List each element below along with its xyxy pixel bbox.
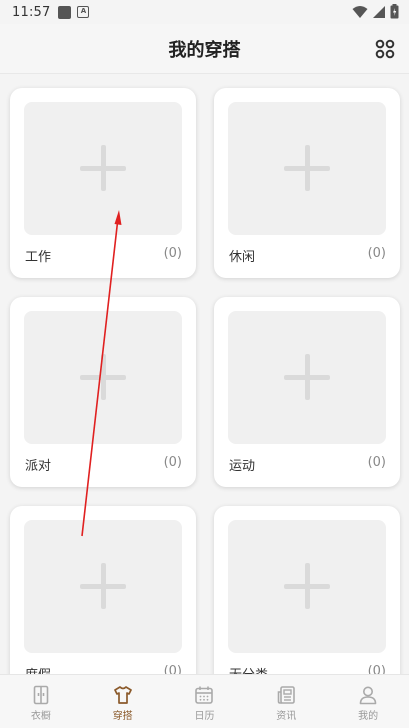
nav-item-profile[interactable]: 我的 <box>327 675 409 728</box>
category-card-party[interactable]: 派对 (0) <box>10 297 196 487</box>
card-thumbnail[interactable] <box>24 520 182 653</box>
status-icons <box>352 4 399 19</box>
category-card-sports[interactable]: 运动 (0) <box>214 297 400 487</box>
nav-label: 资讯 <box>276 711 297 722</box>
app-notification-icon: A <box>77 6 90 18</box>
layout-toggle-icon[interactable] <box>375 39 395 59</box>
card-thumbnail[interactable] <box>228 520 386 653</box>
calendar-icon <box>195 686 214 704</box>
card-label: 运动 <box>229 459 256 474</box>
nav-label: 我的 <box>358 711 379 722</box>
card-label: 无分类 <box>229 664 268 674</box>
app-header: 我的穿搭 <box>0 24 409 74</box>
nav-label: 日历 <box>194 711 215 722</box>
card-label: 派对 <box>25 459 52 474</box>
nav-item-calendar[interactable]: 日历 <box>164 675 246 728</box>
outfit-category-grid: 工作 (0) 休闲 (0) 派对 (0) 运动 (0) 度假 (0) <box>0 74 409 674</box>
nav-item-outfits[interactable]: 穿搭 <box>82 675 164 728</box>
nav-item-wardrobe[interactable]: 衣橱 <box>0 675 82 728</box>
wardrobe-icon <box>33 685 49 705</box>
category-card-work[interactable]: 工作 (0) <box>10 88 196 278</box>
nav-label: 衣橱 <box>30 711 51 722</box>
card-label: 工作 <box>25 250 52 265</box>
card-count: (0) <box>163 455 182 470</box>
card-count: (0) <box>367 455 386 470</box>
battery-icon <box>390 4 399 19</box>
nav-label: 穿搭 <box>112 711 133 722</box>
status-time: 11:57 <box>12 4 51 20</box>
tshirt-icon <box>113 686 132 704</box>
category-card-vacation[interactable]: 度假 (0) <box>10 506 196 674</box>
page-title: 我的穿搭 <box>168 39 241 61</box>
signal-icon <box>373 5 385 18</box>
category-card-casual[interactable]: 休闲 (0) <box>214 88 400 278</box>
card-thumbnail[interactable] <box>228 102 386 235</box>
wifi-icon <box>352 5 368 18</box>
card-count: (0) <box>367 664 386 674</box>
card-thumbnail[interactable] <box>24 311 182 444</box>
news-icon <box>277 686 296 704</box>
card-count: (0) <box>163 664 182 674</box>
card-label: 休闲 <box>229 250 256 265</box>
nav-item-news[interactable]: 资讯 <box>245 675 327 728</box>
notification-icon <box>58 5 72 19</box>
status-bar: 11:57 A <box>0 0 409 24</box>
card-label: 度假 <box>25 664 51 674</box>
user-icon <box>359 686 377 705</box>
card-thumbnail[interactable] <box>24 102 182 235</box>
category-card-uncategorized[interactable]: 无分类 (0) <box>214 506 400 674</box>
card-thumbnail[interactable] <box>228 311 386 444</box>
bottom-navigation: 衣橱 穿搭 日历 资讯 我的 <box>0 674 409 728</box>
card-count: (0) <box>163 246 182 261</box>
card-count: (0) <box>367 246 386 261</box>
